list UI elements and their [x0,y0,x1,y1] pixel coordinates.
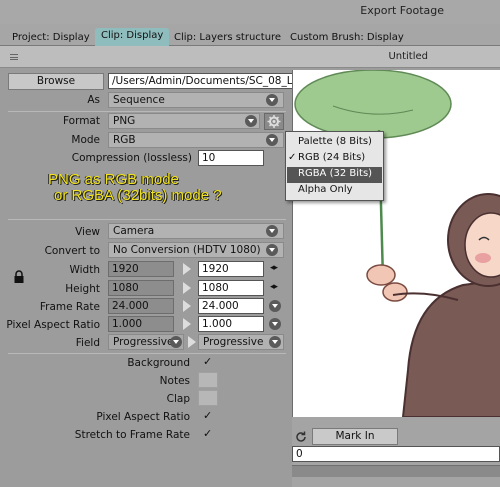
stepper-arrows-icon[interactable]: ◂▸ [270,282,278,292]
menu-item-label: RGBA (32 Bits) [298,168,373,179]
view-select[interactable]: Camera [108,223,284,239]
height-field[interactable]: 1080 [198,280,264,296]
window-title: Export Footage [360,4,444,17]
menu-item-palette[interactable]: Palette (8 Bits) [287,135,382,151]
menu-item-alpha-only[interactable]: Alpha Only [287,183,382,199]
tab-clip-display[interactable]: Clip: Display [95,28,170,46]
framerate-label: Frame Rate [39,301,100,313]
menu-item-label: RGB (24 Bits) [298,152,366,163]
field-label: Field [75,337,100,349]
arrow-right-icon [187,335,196,349]
field-source-value: Progressive [113,336,174,348]
tab-bar: Project: Display Clip: Display Clip: Lay… [0,24,500,46]
clap-checkbox[interactable] [198,390,218,406]
annotation-line-1: PNG as RGB mode [48,171,179,188]
grip-icon[interactable] [10,54,18,60]
window-titlebar: Export Footage [0,0,500,24]
mode-label: Mode [71,134,100,146]
checkmark-icon: ✓ [288,152,297,163]
preview-canvas[interactable] [292,70,500,417]
convert-select-value: No Conversion (HDTV 1080) [113,244,261,256]
width-source: 1920 [108,261,174,277]
dropdown-icon [170,336,182,348]
as-select-value: Sequence [113,94,165,106]
divider [8,111,286,112]
tab-clip-layers-structure[interactable]: Clip: Layers structure [168,30,287,46]
annotation-text: PNG as RGB mode or RGBA (32bits) mode ? [48,172,222,204]
width-field[interactable]: 1920 [198,261,264,277]
format-select[interactable]: PNG [108,113,260,129]
dropdown-icon[interactable] [269,336,281,348]
stepper-arrows-icon[interactable]: ◂▸ [270,263,278,273]
convert-label: Convert to [44,245,100,257]
arrow-right-icon [182,281,191,295]
format-select-value: PNG [113,115,136,127]
menu-item-rgb[interactable]: ✓ RGB (24 Bits) [287,151,382,167]
tab-project-display[interactable]: Project: Display [6,30,96,46]
checkmark-icon[interactable]: ✓ [203,409,212,422]
arrow-right-icon [182,299,191,313]
mark-in-button[interactable]: Mark In [312,428,398,445]
menu-item-label: Palette (8 Bits) [298,136,372,147]
framerate-field[interactable]: 24.000 [198,298,264,314]
menu-item-rgba[interactable]: RGBA (32 Bits) [287,167,382,183]
timeline-panel: Mark In 0 [292,417,500,487]
dropdown-icon[interactable] [266,134,278,146]
mode-menu: Palette (8 Bits) ✓ RGB (24 Bits) RGBA (3… [285,131,384,201]
framerate-source: 24.000 [108,298,174,314]
par-field[interactable]: 1.000 [198,316,264,332]
checkmark-icon[interactable]: ✓ [203,355,212,368]
field-select-value: Progressive [203,336,264,348]
dropdown-icon[interactable] [266,225,278,237]
compression-label: Compression (lossless) [71,152,192,164]
option-label-background: Background [127,357,190,369]
format-settings-button[interactable] [264,113,284,130]
timeline-scrollbar[interactable] [292,465,500,477]
view-label: View [75,226,100,238]
mark-in-field[interactable]: 0 [292,446,500,462]
as-label: As [87,94,100,106]
arrow-right-icon [182,317,191,331]
mode-select[interactable]: RGB [108,132,284,148]
dropdown-icon[interactable] [269,300,281,312]
convert-select[interactable]: No Conversion (HDTV 1080) [108,242,284,258]
option-label-stretch: Stretch to Frame Rate [74,429,190,441]
as-select[interactable]: Sequence [108,92,284,108]
character-illustration [294,70,500,417]
dropdown-icon[interactable] [245,115,257,127]
browse-button[interactable]: Browse [8,73,104,90]
refresh-icon[interactable] [294,430,308,444]
dropdown-icon[interactable] [269,318,281,330]
tab-custom-brush-display[interactable]: Custom Brush: Display [284,30,410,46]
par-label: Pixel Aspect Ratio [6,319,100,331]
format-label: Format [62,115,100,127]
divider [8,353,286,354]
document-title: Untitled [388,51,428,62]
view-select-value: Camera [113,225,155,237]
option-label-notes: Notes [159,375,190,387]
gear-icon [267,115,281,128]
height-label: Height [65,283,100,295]
option-label-clap: Clap [166,393,190,405]
mode-select-value: RGB [113,134,136,146]
notes-checkbox[interactable] [198,372,218,388]
arrow-right-icon [182,262,191,276]
annotation-line-2: or RGBA (32bits) mode ? [54,187,222,204]
height-source: 1080 [108,280,174,296]
option-label-pixel-aspect-ratio: Pixel Aspect Ratio [96,411,190,423]
divider [8,219,286,220]
compression-field[interactable]: 10 [198,150,264,166]
par-source: 1.000 [108,316,174,332]
menu-item-label: Alpha Only [298,184,353,195]
dropdown-icon[interactable] [266,244,278,256]
dropdown-icon[interactable] [266,94,278,106]
checkmark-icon[interactable]: ✓ [203,427,212,440]
width-label: Width [69,264,100,276]
document-header: Untitled [0,46,500,68]
